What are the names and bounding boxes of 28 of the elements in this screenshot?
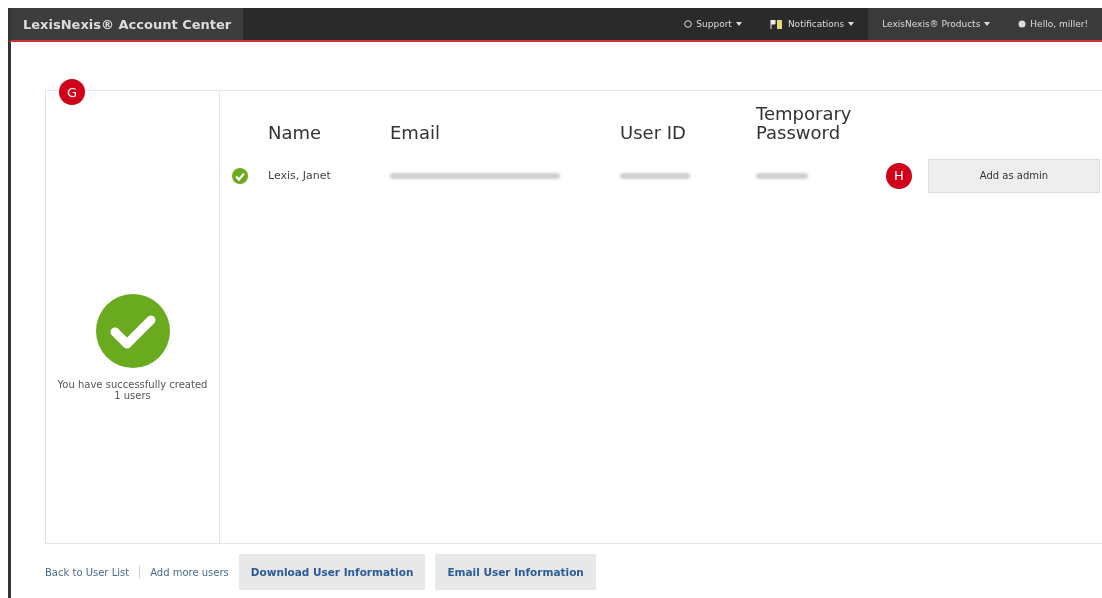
back-link[interactable]: Back to User List [45, 566, 130, 578]
add-users-link[interactable]: Add more users [150, 566, 229, 578]
nav-menu[interactable]: LexisNexis® Products [868, 8, 1005, 40]
footer-button[interactable]: Download User Information [238, 554, 426, 590]
check-icon [232, 167, 248, 184]
success-message: You have successfully created 1 users [57, 379, 208, 401]
help-icon [684, 20, 693, 28]
callout-badge: G [59, 79, 85, 105]
success-check-icon [94, 293, 171, 369]
column-header: Email [390, 123, 441, 145]
footer-button[interactable]: Email User Information [435, 554, 596, 590]
caret-icon [984, 22, 991, 26]
callout-badge: H [886, 162, 912, 189]
caret-icon [848, 22, 855, 26]
column-header: User ID [620, 123, 687, 145]
caret-icon [735, 22, 742, 26]
table-cell-text: Lexis, Janet [268, 169, 332, 183]
nav-menu[interactable]: Support [670, 8, 756, 40]
app-title: LexisNexis® Account Center [11, 8, 244, 40]
flag-icon [769, 19, 784, 29]
nav-menu[interactable]: Hello, miller! [1004, 8, 1102, 40]
nav-menu[interactable]: Notifications [755, 8, 869, 40]
column-header: Name [268, 123, 323, 145]
redacted-text [756, 173, 808, 180]
column-header: Temporary Password [756, 105, 853, 145]
redacted-text [620, 173, 690, 180]
add-admin-button[interactable]: Add as admin [928, 158, 1100, 193]
user-icon [1018, 20, 1027, 28]
